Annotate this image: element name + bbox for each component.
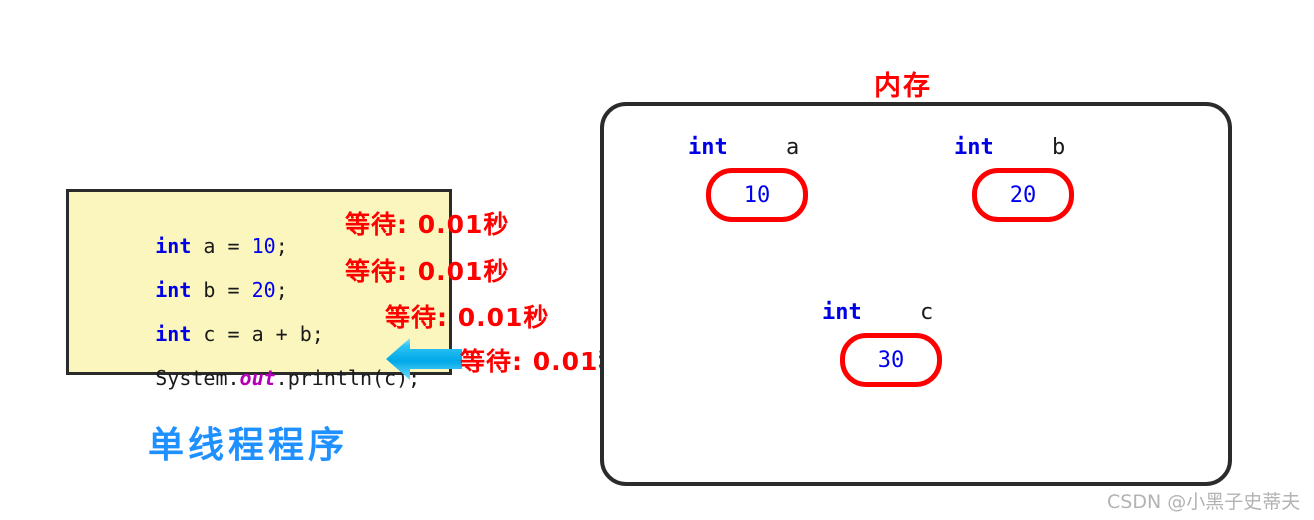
thread-title: 单线程程序	[148, 425, 349, 466]
variable-cell-b: int b 20	[944, 135, 1112, 222]
variable-cell-a: int a 10	[678, 135, 846, 222]
variable-value-slot: 20	[972, 168, 1074, 222]
wait-annotation-1: 等待: 0.01秒	[345, 210, 510, 239]
variable-value-slot: 10	[706, 168, 808, 222]
variable-header: int c	[812, 300, 980, 330]
watermark: CSDN @小黑子史蒂夫	[1107, 491, 1301, 513]
variable-value-slot: 30	[840, 333, 942, 387]
variable-type: int	[688, 135, 728, 160]
variable-name: a	[786, 135, 800, 160]
wait-annotation-2: 等待: 0.01秒	[345, 257, 510, 286]
variable-value: 10	[743, 182, 771, 208]
diagram-canvas: int a = 10; int b = 20; int c = a + b; S…	[0, 0, 1314, 520]
variable-value: 30	[877, 347, 905, 373]
variable-cell-c: int c 30	[812, 300, 980, 387]
wait-annotation-3: 等待: 0.01秒	[385, 303, 550, 332]
variable-type: int	[822, 300, 862, 325]
variable-type: int	[954, 135, 994, 160]
variable-name: b	[1052, 135, 1066, 160]
code-line-4: System.out.println(c);	[83, 342, 420, 414]
memory-heading: 内存	[874, 71, 932, 102]
code-field: out	[239, 366, 276, 390]
variable-header: int a	[678, 135, 846, 165]
variable-name: c	[920, 300, 934, 325]
variable-value: 20	[1009, 182, 1037, 208]
left-arrow-icon	[386, 338, 462, 380]
code-text: System.	[155, 366, 240, 390]
variable-header: int b	[944, 135, 1112, 165]
